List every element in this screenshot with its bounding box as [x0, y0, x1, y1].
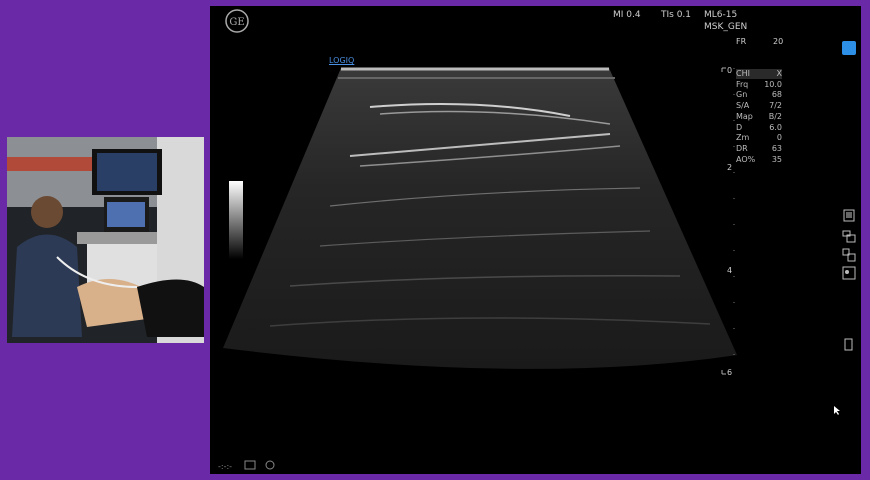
monitor-icon: [244, 460, 256, 470]
grayscale-bar: [229, 181, 243, 259]
param-key: AO%: [736, 154, 756, 164]
param-row-2: Gn 68: [736, 90, 782, 100]
param-key: Map: [736, 111, 753, 121]
param-value: 35: [771, 154, 782, 164]
depth-label-2: 2: [727, 163, 733, 172]
ge-logo-icon: GE: [225, 9, 249, 33]
depth-label-6: 6: [727, 368, 733, 377]
param-value: 68: [771, 90, 782, 100]
param-key: CHI: [736, 69, 750, 78]
param-row-3: S/A 7/2: [736, 101, 782, 111]
mi-index: MI 0.4: [613, 10, 641, 20]
param-value: 10.0: [764, 79, 782, 89]
report-tool-icon[interactable]: [842, 228, 856, 243]
operator-video-illustration: [7, 137, 204, 343]
param-value: X: [776, 69, 782, 78]
param-key: Frq: [736, 79, 749, 89]
eye-icon: [265, 460, 275, 470]
image-tool-icon[interactable]: [842, 208, 856, 222]
param-value: 7/2: [769, 101, 782, 111]
param-row-5: D 6.0: [736, 123, 782, 133]
status-indicator-icon[interactable]: [842, 41, 856, 55]
svg-text:GE: GE: [229, 17, 244, 28]
fr-label: FR: [736, 37, 747, 46]
mouse-cursor-icon: [834, 401, 842, 420]
param-key: Zm: [736, 133, 750, 143]
param-row-6: Zm 0: [736, 133, 782, 143]
device-icon[interactable]: [844, 337, 858, 351]
depth-label-4: 4: [727, 266, 733, 275]
param-key: Gn: [736, 90, 748, 100]
param-key: DR: [736, 143, 748, 153]
probe-name: ML6-15: [704, 10, 738, 20]
footer-time: -:-:-: [218, 462, 233, 471]
param-value: 0: [776, 133, 782, 143]
logiq-tag: LOGIQ: [329, 56, 355, 65]
patient-tool-icon[interactable]: [842, 265, 856, 280]
param-value: B/2: [768, 111, 782, 121]
tis-index: TIs 0.1: [661, 10, 692, 20]
fr-value: 20: [773, 37, 784, 46]
param-key: S/A: [736, 101, 750, 111]
preset-name: MSK_GEN: [704, 22, 748, 32]
param-row-4: Map B/2: [736, 112, 782, 122]
compare-tool-icon[interactable]: [842, 247, 856, 262]
param-row-0: CHI X: [736, 69, 782, 79]
param-value: 63: [771, 143, 782, 153]
param-key: D: [736, 122, 743, 132]
param-row-1: Frq 10.0: [736, 80, 782, 90]
param-row-8: AO% 35: [736, 155, 782, 165]
param-row-7: DR 63: [736, 144, 782, 154]
param-value: 6.0: [769, 122, 782, 132]
operator-video-thumbnail: [7, 137, 204, 343]
footer-icons: [244, 460, 275, 470]
depth-label-0: 0: [727, 66, 733, 75]
